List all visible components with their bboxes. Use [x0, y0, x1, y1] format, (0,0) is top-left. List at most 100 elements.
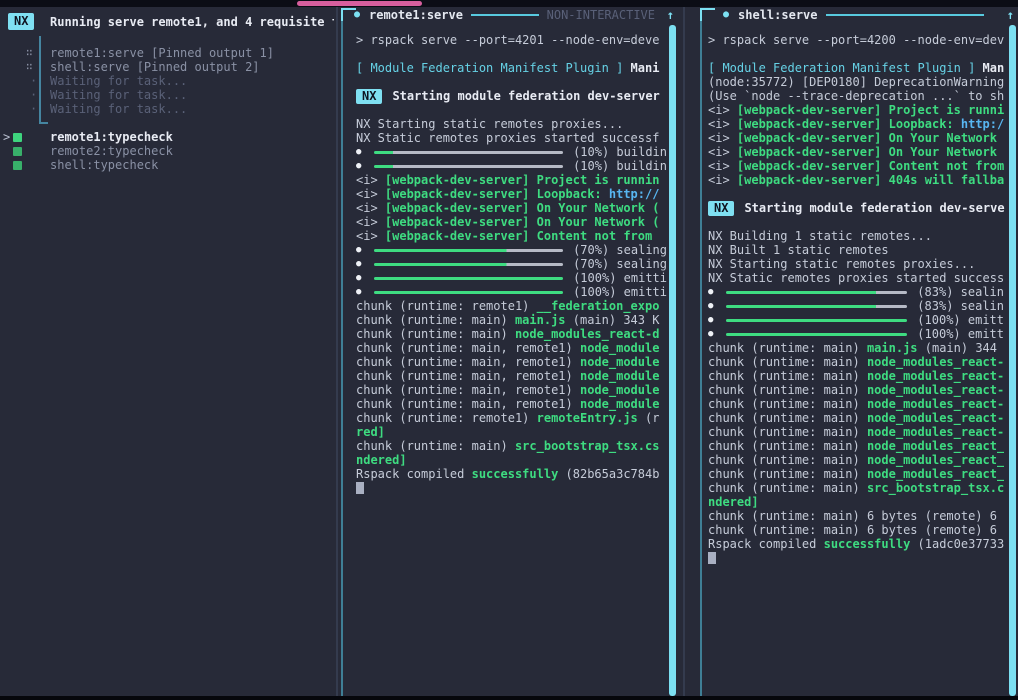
log-line: chunk (runtime: main) node_modules_react… [708, 383, 1004, 397]
log-segment: (1adc0e37733 [910, 537, 1004, 551]
pane-status-dot: ● [354, 7, 360, 23]
log-segment: Man [975, 61, 1004, 75]
log-line: <i> [webpack-dev-server] Loopback: http:… [708, 117, 1004, 131]
task-row-shell-serve-pinned-output-2[interactable]: ∷shell:serve [Pinned output 2] [0, 60, 336, 74]
task-waiting-icon: · [30, 102, 37, 116]
log-segment: node_modules_react- [867, 383, 1004, 397]
log-line: chunk (runtime: main) main.js (main) 343… [356, 313, 667, 327]
log-segment: node_modules_react- [867, 369, 1004, 383]
log-segment: chunk (runtime: main, remote1) [356, 341, 580, 355]
log-segment: <i> [708, 103, 737, 117]
log-segment: chunk (runtime: main) [356, 439, 515, 453]
log-segment: [ Module Federation Manifest Plugin ] [356, 61, 623, 75]
progress-bar [726, 319, 907, 322]
log-segment: src_bootstrap_tsx.cs [515, 439, 660, 453]
log-line: (node:35772) [DEP0180] DeprecationWarnin… [708, 75, 1004, 89]
log-segment: successfully [824, 537, 911, 551]
log-line: chunk (runtime: main) node_modules_react… [708, 411, 1004, 425]
progress-line: ●(10%) buildin [356, 145, 667, 159]
log-line-blank [708, 187, 1004, 201]
task-row-remote1-typecheck[interactable]: >remote1:typecheck [0, 130, 336, 144]
progress-label: (83%) sealin [917, 299, 1004, 313]
log-line: Rspack compiled successfully (82b65a3c78… [356, 467, 667, 481]
log-line: chunk (runtime: main) node_modules_react… [708, 425, 1004, 439]
log-segment: <i> [356, 173, 385, 187]
progress-dot-icon: ● [708, 299, 724, 313]
task-waiting-icon: · [30, 88, 37, 102]
terminal-cursor [708, 552, 716, 564]
log-segment: (node:35772) [DEP0180] DeprecationWarnin… [708, 75, 1004, 89]
progress-label: (100%) emitti [573, 285, 667, 299]
log-segment: <i> [356, 187, 385, 201]
log-segment: main.js [867, 341, 918, 355]
task-row-remote1-serve-pinned-output-1[interactable]: ∷remote1:serve [Pinned output 1] [0, 46, 336, 60]
mode-label: NON-INTERACTIVE [547, 8, 655, 22]
progress-label: (100%) emitt [917, 327, 1004, 341]
log-segment: chunk (runtime: main) [708, 453, 867, 467]
progress-dot-icon: ● [356, 145, 372, 159]
task-row-remote2-typecheck[interactable]: remote2:typecheck [0, 144, 336, 158]
task-row-waiting-for-task[interactable]: ·Waiting for task... [0, 74, 336, 88]
log-line: ndered] [708, 495, 1004, 509]
scrollbar[interactable] [669, 25, 676, 696]
log-segment: ndered] [356, 453, 407, 467]
log-segment: (Use `node --trace-deprecation ...` to s… [708, 89, 1004, 103]
task-label: shell:typecheck [50, 158, 158, 172]
log-line [708, 551, 1004, 565]
log-segment: > rspack serve --port=4200 --node-env=de… [708, 33, 1004, 47]
log-segment: src_bootstrap_tsx.c [867, 481, 1004, 495]
log-segment: chunk (runtime: main) [708, 397, 867, 411]
pane-title-row: ● remote1:serve NON-INTERACTIVE [354, 7, 655, 23]
task-row-shell-typecheck[interactable]: shell:typecheck [0, 158, 336, 172]
log-line: chunk (runtime: main) node_modules_react… [708, 397, 1004, 411]
log-segment: <i> [708, 145, 737, 159]
task-label: remote2:typecheck [50, 144, 173, 158]
log-line: <i> [webpack-dev-server] Content not fro… [356, 229, 667, 243]
log-segment: node_modules_react_ [867, 453, 1004, 467]
log-line: <i> [webpack-dev-server] On Your Network [708, 145, 1004, 159]
log-segment: Rspack compiled [356, 467, 472, 481]
nx-badge: NX [708, 201, 734, 216]
progress-bar [374, 165, 563, 168]
task-row-waiting-for-task[interactable]: ·Waiting for task... [0, 88, 336, 102]
log-line: <i> [webpack-dev-server] On Your Network [708, 131, 1004, 145]
window-bottom-edge [0, 696, 1018, 700]
log-segment: > rspack serve --port=4201 --node-env=de… [356, 33, 659, 47]
log-line: [ Module Federation Manifest Plugin ] Ma… [356, 61, 667, 75]
progress-bar [374, 263, 563, 266]
progress-dot-icon: ● [356, 159, 372, 173]
task-runner-title: Running serve remote1, and 4 requisite t… [50, 15, 334, 29]
badge-text: Starting module federation dev-server [392, 89, 659, 103]
log-segment: <i> [708, 159, 737, 173]
pane-status-dot: ● [723, 7, 729, 23]
log-segment: Rspack compiled [708, 537, 824, 551]
log-segment: http:// [609, 187, 660, 201]
log-line: [ Module Federation Manifest Plugin ] Ma… [708, 61, 1004, 75]
log-segment: chunk (runtime: main, remote1) [356, 383, 580, 397]
log-segment: NX Starting static remotes proxies... [356, 117, 623, 131]
log-segment: NX Static remotes proxies started succes… [708, 271, 1004, 285]
scrollbar[interactable] [1009, 25, 1016, 696]
log-segment: [webpack-dev-server] Project is runni [737, 103, 1004, 117]
log-segment: chunk (runtime: main) [708, 481, 867, 495]
log-line: NX Starting static remotes proxies... [708, 257, 1004, 271]
task-status-square-icon [13, 161, 22, 170]
scroll-up-arrow[interactable]: ↑ [1007, 8, 1014, 22]
log-segment: chunk (runtime: main) [708, 425, 867, 439]
pane-left-border [341, 9, 343, 696]
task-row-waiting-for-task[interactable]: ·Waiting for task... [0, 102, 336, 116]
progress-bar [726, 291, 907, 294]
log-line: NX Built 1 static remotes [708, 243, 1004, 257]
title-rule [826, 14, 984, 16]
log-segment: node_module [580, 355, 659, 369]
progress-line: ●(100%) emitt [708, 327, 1004, 341]
log-segment: [ Module Federation Manifest Plugin ] [708, 61, 975, 75]
log-line: <i> [webpack-dev-server] Content not fro… [708, 159, 1004, 173]
progress-dot-icon: ● [708, 313, 724, 327]
log-segment: chunk (runtime: remote1) [356, 299, 537, 313]
log-segment: Mani [623, 61, 659, 75]
scroll-up-arrow[interactable]: ↑ [667, 8, 674, 22]
log-segment: chunk (runtime: main) [708, 369, 867, 383]
output-pane-remote1-serve: ● remote1:serve NON-INTERACTIVE ↑ > rspa… [336, 7, 681, 696]
log-line: chunk (runtime: main) main.js (main) 344 [708, 341, 1004, 355]
